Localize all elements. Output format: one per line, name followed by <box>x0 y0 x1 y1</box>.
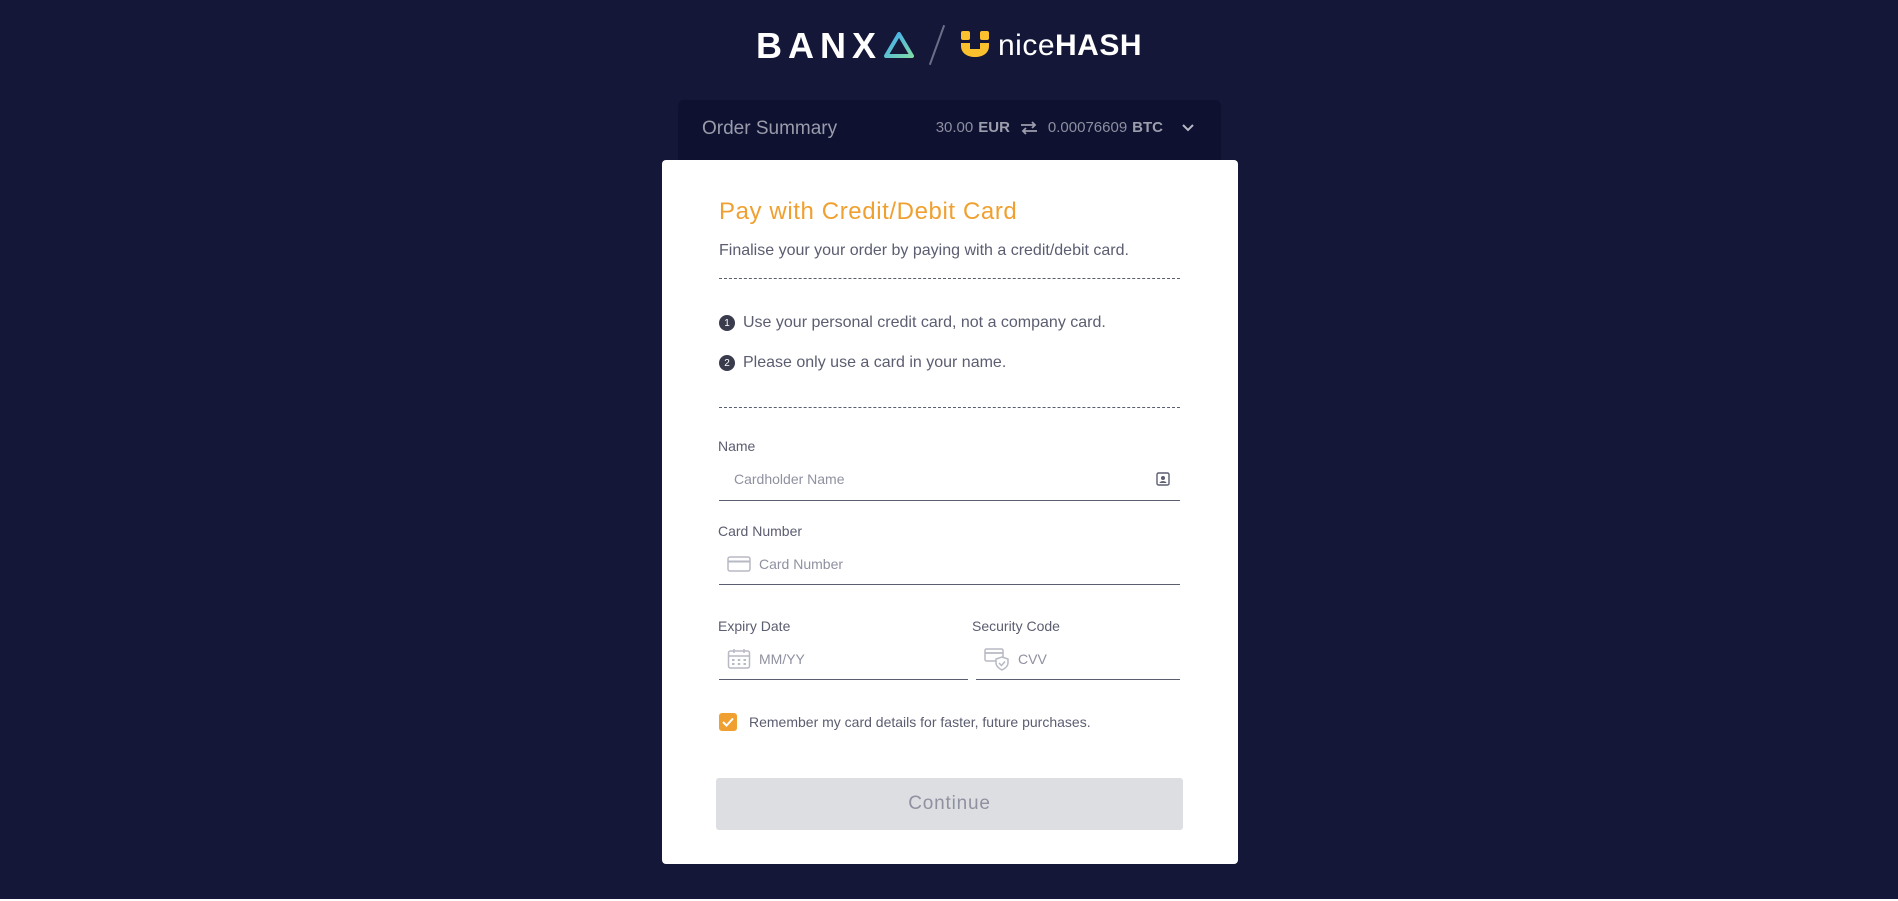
name-label: Name <box>718 438 756 454</box>
chevron-down-icon[interactable] <box>1181 123 1195 133</box>
security-code-label: Security Code <box>972 618 1060 634</box>
rule-number-badge: 1 <box>719 315 735 331</box>
nicehash-bold-text: HASH <box>1055 29 1143 62</box>
payment-title: Pay with Credit/Debit Card <box>719 198 1018 225</box>
swap-arrows-icon <box>1020 120 1038 135</box>
card-number-input[interactable] <box>759 555 1180 572</box>
contact-card-icon <box>1156 472 1170 486</box>
payment-card: Pay with Credit/Debit Card Finalise your… <box>662 160 1238 864</box>
crypto-amount: 0.00076609 <box>1047 119 1128 136</box>
card-number-field[interactable] <box>719 543 1180 585</box>
expiry-label: Expiry Date <box>718 618 791 634</box>
remember-checkbox[interactable] <box>719 713 737 731</box>
banxa-triangle-icon <box>883 25 914 67</box>
order-summary-title: Order Summary <box>702 118 838 139</box>
name-input[interactable] <box>719 471 1156 487</box>
brand-header: BANX niceHASH <box>0 25 1898 67</box>
credit-card-icon <box>727 555 751 573</box>
payment-subtitle: Finalise your your order by paying with … <box>719 242 1129 259</box>
rule-number-badge: 2 <box>719 355 735 371</box>
rule-item-own-name: 2 Please only use a card in your name. <box>719 354 1006 372</box>
security-code-field[interactable] <box>976 638 1199 680</box>
card-shield-icon <box>984 647 1010 671</box>
order-summary-amounts: 30.00 EUR 0.00076609 BTC <box>936 119 1195 136</box>
remember-card-option[interactable]: Remember my card details for faster, fut… <box>719 713 1091 731</box>
name-field[interactable] <box>719 458 1180 501</box>
rule-text: Use your personal credit card, not a com… <box>743 314 1106 331</box>
remember-label: Remember my card details for faster, fut… <box>749 714 1091 730</box>
logo-separator <box>936 26 938 66</box>
rule-text: Please only use a card in your name. <box>743 354 1007 371</box>
fiat-currency: EUR <box>978 119 1010 136</box>
expiry-field[interactable] <box>719 638 968 680</box>
fiat-amount: 30.00 <box>935 119 974 136</box>
nicehash-smile-icon <box>960 30 990 63</box>
rule-item-personal-card: 1 Use your personal credit card, not a c… <box>719 314 1106 332</box>
card-number-label: Card Number <box>718 523 803 539</box>
crypto-currency: BTC <box>1132 119 1163 136</box>
expiry-input[interactable] <box>759 650 968 667</box>
nicehash-logo-text: niceHASH <box>998 29 1142 63</box>
nicehash-light-text: nice <box>997 29 1056 62</box>
nicehash-logo: niceHASH <box>960 29 1142 63</box>
checkmark-icon <box>722 717 734 727</box>
security-code-input[interactable] <box>1018 650 1199 667</box>
divider-top <box>719 278 1180 279</box>
continue-button[interactable]: Continue <box>716 778 1183 830</box>
banxa-logo: BANX <box>756 25 914 67</box>
calendar-icon <box>727 648 751 670</box>
banxa-logo-text: BANX <box>755 25 882 66</box>
divider-bottom <box>719 407 1180 408</box>
